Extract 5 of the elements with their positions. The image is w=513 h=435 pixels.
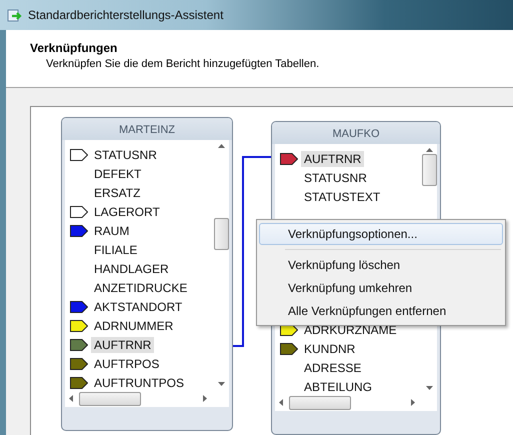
table-name: MARTEINZ	[62, 118, 232, 140]
window-title: Standardberichterstellungs-Assistent	[28, 8, 224, 22]
page-title: Verknüpfungen	[30, 41, 118, 55]
table-name: MAUFKO	[272, 122, 440, 144]
page-subtitle: Verknüpfen Sie die dem Bericht hinzugefügten Tabellen.	[45, 58, 320, 70]
